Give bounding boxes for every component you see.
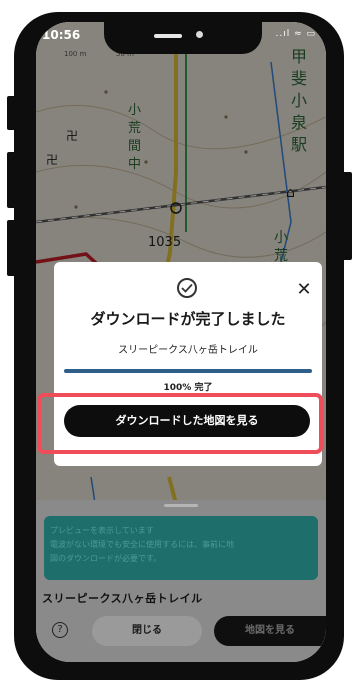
close-icon[interactable]: ✕: [294, 280, 314, 300]
preview-banner-text: プレビューを表示しています 電波がない環境でも安全に使用するには、事前に地 図の…: [50, 526, 234, 563]
close-button[interactable]: 閉じる: [92, 616, 202, 646]
speaker-grille: [154, 34, 182, 38]
download-progress-fill: [64, 369, 312, 373]
help-icon[interactable]: ?: [52, 622, 68, 638]
dialog-title: ダウンロードが完了しました: [90, 310, 286, 328]
progress-label: 100% 完了: [163, 383, 213, 393]
check-circle-icon: [177, 278, 197, 298]
highlight-outline: [37, 393, 323, 454]
volume-down-button: [7, 220, 16, 276]
dialog-subtitle: スリーピークス八ヶ岳トレイル: [118, 345, 258, 356]
volume-up-button: [7, 152, 16, 208]
screen: 小荒間中 甲斐小泉駅 ⌂ 1035 小荒 卍 卍 100 m 50 m 10:5…: [36, 22, 326, 662]
download-progress-bar: [64, 369, 312, 373]
status-time: 10:56: [42, 28, 81, 42]
status-icons: ..ıl ≈ ▭: [275, 29, 316, 39]
power-button: [342, 172, 352, 260]
mute-switch: [7, 96, 16, 130]
view-map-button[interactable]: 地図を見る: [214, 616, 326, 646]
camera-dot: [196, 31, 203, 38]
sheet-grabber[interactable]: [164, 504, 198, 507]
sheet-title: スリーピークス八ヶ岳トレイル: [42, 592, 203, 605]
notch: [104, 22, 262, 54]
